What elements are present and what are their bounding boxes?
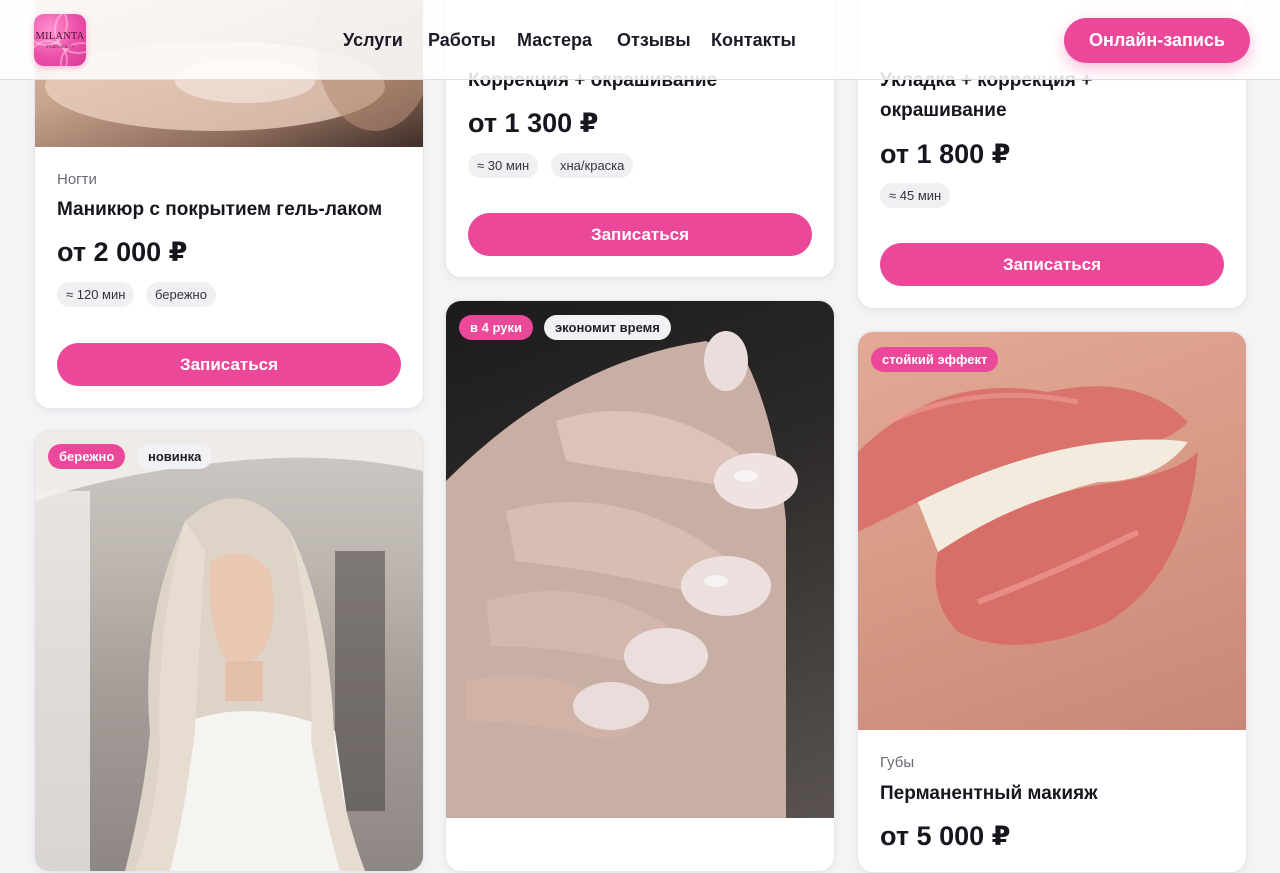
lips-photo-art (858, 386, 1198, 645)
nails-badge-four-hands: в 4 руки (459, 315, 533, 340)
online-booking-button[interactable]: Онлайн-запись (1064, 18, 1250, 63)
hair-photo-art (35, 431, 423, 871)
card-price: от 5 000 ₽ (880, 821, 1011, 851)
duration-chip: ≈ 120 мин (57, 282, 135, 307)
nails-badge-saves-time: экономит время (544, 315, 671, 340)
logo-text: MILANTA (35, 31, 85, 42)
tag-chip: бережно (146, 282, 216, 307)
nav-reviews[interactable]: Отзывы (617, 30, 691, 51)
card-price: от 1 800 ₽ (880, 139, 1011, 169)
card-title-line2: окрашивание (880, 100, 1007, 121)
card-price: от 2 000 ₽ (57, 237, 188, 267)
nails-photo (446, 301, 834, 818)
duration-chip: ≈ 30 мин (468, 153, 539, 178)
service-card-nails: в 4 руки экономит время (445, 300, 835, 872)
card-title: Перманентный макияж (880, 783, 1098, 804)
book-button[interactable]: Записаться (880, 243, 1224, 286)
hair-badge-gentle: бережно (48, 444, 126, 469)
logo[interactable]: MILANTA STUDIO BEAUTY (34, 14, 86, 66)
nails-photo-art (446, 331, 798, 818)
lips-photo (858, 332, 1246, 730)
nav-works[interactable]: Работы (428, 30, 496, 51)
service-card-lips: стойкий эффект Губы Перманентный макияж … (857, 331, 1247, 873)
card-title: Маникюр с покрытием гель-лаком (57, 199, 383, 220)
service-card-hair: бережно новинка (34, 430, 424, 872)
card-price: от 1 300 ₽ (468, 108, 599, 138)
tag-chip: хна/краска (551, 153, 634, 178)
hair-badge-new: новинка (137, 444, 213, 469)
book-button[interactable]: Записаться (57, 343, 401, 386)
card-category: Губы (880, 754, 915, 771)
duration-chip: ≈ 45 мин (880, 183, 951, 208)
site-header: MILANTA STUDIO BEAUTY Услуги Работы Маст… (0, 0, 1280, 80)
logo-subtext: STUDIO BEAUTY (45, 45, 75, 49)
nav-contacts[interactable]: Контакты (711, 30, 796, 51)
nav-masters[interactable]: Мастера (517, 30, 592, 51)
lips-badge-lasting: стойкий эффект (871, 347, 999, 372)
book-button[interactable]: Записаться (468, 213, 812, 256)
nav-services[interactable]: Услуги (343, 30, 403, 51)
hair-photo (35, 431, 423, 871)
card-category: Ногти (57, 171, 97, 188)
